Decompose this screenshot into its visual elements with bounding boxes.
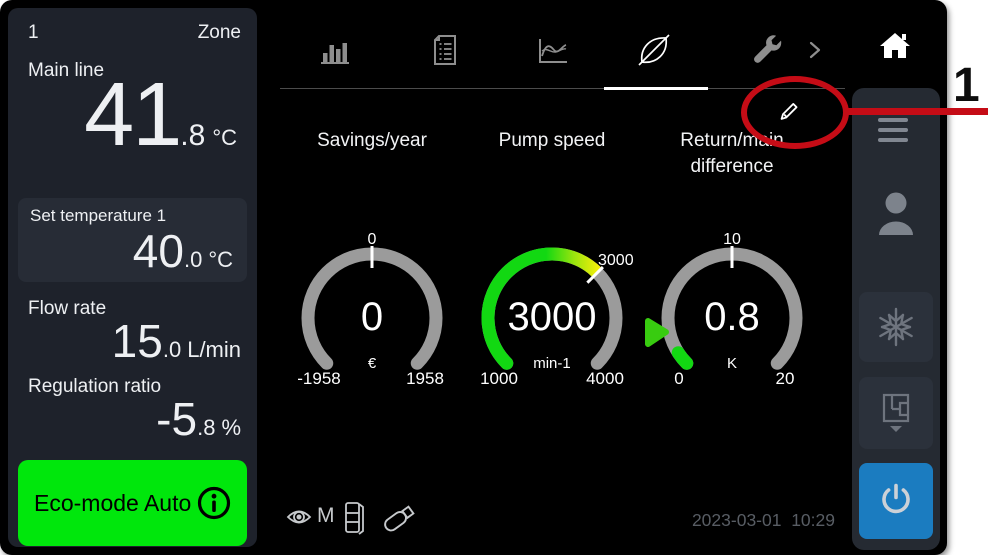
gauge-value: 0 — [361, 295, 383, 339]
gauge-max-label: 20 — [776, 369, 795, 388]
set-temp-int: 40 — [133, 228, 184, 274]
gauge-min-label: -1958 — [297, 369, 340, 388]
tab-trend[interactable] — [536, 33, 570, 67]
tab-service[interactable] — [751, 33, 785, 67]
bar-chart-icon — [321, 43, 349, 64]
set-temp-dec: .0 — [184, 247, 202, 273]
annotation-label: 1 — [953, 62, 980, 110]
info-icon[interactable] — [195, 484, 233, 522]
zones-icon — [875, 391, 917, 435]
zones-button[interactable] — [859, 377, 933, 449]
gauge-tick-label: 3000 — [598, 252, 634, 269]
gauge-fill-tip — [546, 254, 597, 273]
screenshot-stage: 1 Zone Main line 41 .8 °C Set temperatur… — [0, 0, 988, 555]
reg-unit: % — [221, 415, 241, 441]
module-icon — [343, 500, 367, 536]
gauge-max-label: 4000 — [586, 369, 624, 388]
chevron-right-icon — [811, 43, 819, 57]
eco-mode-button[interactable]: Eco-mode Auto — [18, 460, 247, 546]
gauge-unit: K — [727, 355, 737, 372]
set-temperature-value: 40 .0 °C — [133, 228, 233, 274]
annotation-circle — [741, 76, 849, 149]
eye-icon — [286, 504, 316, 530]
flow-dec: .0 — [163, 337, 181, 363]
home-button[interactable] — [852, 8, 938, 84]
main-line-int: 41 — [84, 68, 180, 163]
gauge-value: 3000 — [508, 295, 597, 339]
zone-title: Zone — [198, 22, 241, 44]
main-line-value: 41 .8 °C — [18, 68, 237, 163]
gauge-label-pump-speed: Pump speed — [462, 128, 642, 154]
leaf-icon — [639, 35, 669, 65]
tab-statistics[interactable] — [318, 33, 352, 67]
selected-tab-indicator — [604, 87, 708, 90]
document-icon — [435, 36, 455, 64]
regulation-ratio-value: -5 .8 % — [156, 396, 241, 442]
gauge-return-main-difference: 10 0.8 K 0 20 — [637, 218, 827, 398]
set-temperature-tile[interactable]: Set temperature 1 40 .0 °C — [18, 198, 247, 282]
zone-header: 1 Zone — [28, 22, 241, 44]
user-button[interactable] — [876, 190, 916, 236]
tab-report[interactable] — [428, 33, 462, 67]
tabs-more-button[interactable] — [804, 39, 826, 61]
power-button[interactable] — [859, 463, 933, 539]
menu-button[interactable] — [878, 118, 908, 148]
flow-int: 15 — [112, 318, 163, 364]
set-temp-unit: °C — [208, 247, 233, 273]
zone-number: 1 — [28, 22, 39, 44]
set-temperature-label: Set temperature 1 — [30, 206, 166, 226]
eco-mode-label: Eco-mode Auto — [34, 490, 191, 517]
gauge-fill — [678, 353, 687, 364]
reg-int: -5 — [156, 396, 197, 442]
line-chart-icon — [540, 39, 567, 62]
flow-rate-label: Flow rate — [28, 298, 106, 320]
gauge-tick-label: 0 — [368, 231, 377, 248]
gauge-pump-speed: 3000 3000 min-1 1000 4000 — [457, 218, 647, 398]
tab-eco[interactable] — [637, 33, 671, 67]
gauge-unit: € — [368, 355, 377, 372]
wrench-icon — [754, 35, 781, 63]
gauge-min-label: 0 — [674, 369, 683, 388]
reg-dec: .8 — [197, 415, 215, 441]
main-line-unit: °C — [212, 125, 237, 151]
flow-unit: L/min — [187, 337, 241, 363]
menu-icon — [878, 118, 908, 142]
gauge-tick-label: 10 — [723, 231, 741, 248]
regulation-ratio-label: Regulation ratio — [28, 376, 161, 398]
usb-stick-icon — [378, 498, 422, 538]
chevron-down-icon — [890, 426, 902, 432]
power-icon — [875, 480, 917, 522]
gauge-min-label: 1000 — [480, 369, 518, 388]
datetime-display: 2023-03-01 10:29 — [640, 510, 835, 531]
gauge-unit: min-1 — [533, 355, 571, 372]
flow-rate-value: 15 .0 L/min — [112, 318, 241, 364]
main-line-dec: .8 — [180, 119, 205, 153]
gauge-savings: 0 0 € -1958 1958 — [277, 218, 467, 398]
zone-panel: 1 Zone Main line 41 .8 °C Set temperatur… — [8, 8, 257, 547]
user-icon — [879, 193, 913, 236]
gauge-label-savings: Savings/year — [282, 128, 462, 154]
snowflake-icon — [875, 306, 917, 348]
gauge-max-label: 1958 — [406, 369, 444, 388]
home-icon — [876, 26, 914, 64]
monitor-mode-letter: M — [317, 504, 335, 528]
frost-protection-button[interactable] — [859, 292, 933, 362]
gauge-value: 0.8 — [704, 295, 760, 339]
